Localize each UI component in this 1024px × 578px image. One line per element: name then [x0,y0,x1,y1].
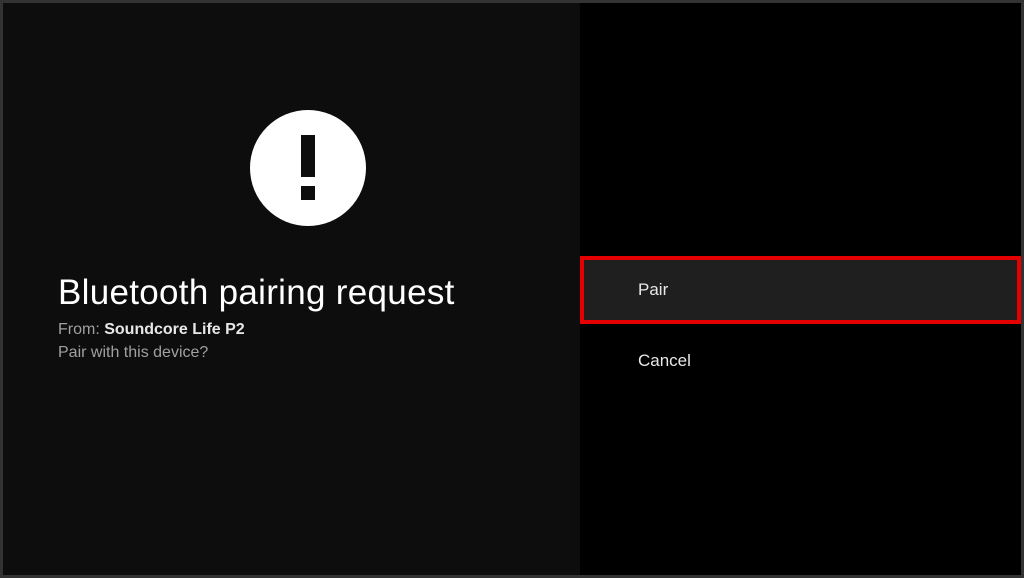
from-label: From: [58,321,104,338]
dialog-content-pane: Bluetooth pairing request From: Soundcor… [3,3,580,575]
actions-pane: Pair Cancel [580,3,1021,575]
cancel-button-label: Cancel [638,351,691,371]
from-line: From: Soundcore Life P2 [58,321,245,339]
pairing-dialog: Bluetooth pairing request From: Soundcor… [3,3,1021,575]
alert-icon [250,110,366,226]
pair-button[interactable]: Pair [580,258,1021,322]
cancel-button[interactable]: Cancel [580,329,1021,393]
dialog-title: Bluetooth pairing request [58,273,455,313]
prompt-text: Pair with this device? [58,344,208,362]
device-name: Soundcore Life P2 [104,321,244,338]
pair-button-label: Pair [638,280,668,300]
